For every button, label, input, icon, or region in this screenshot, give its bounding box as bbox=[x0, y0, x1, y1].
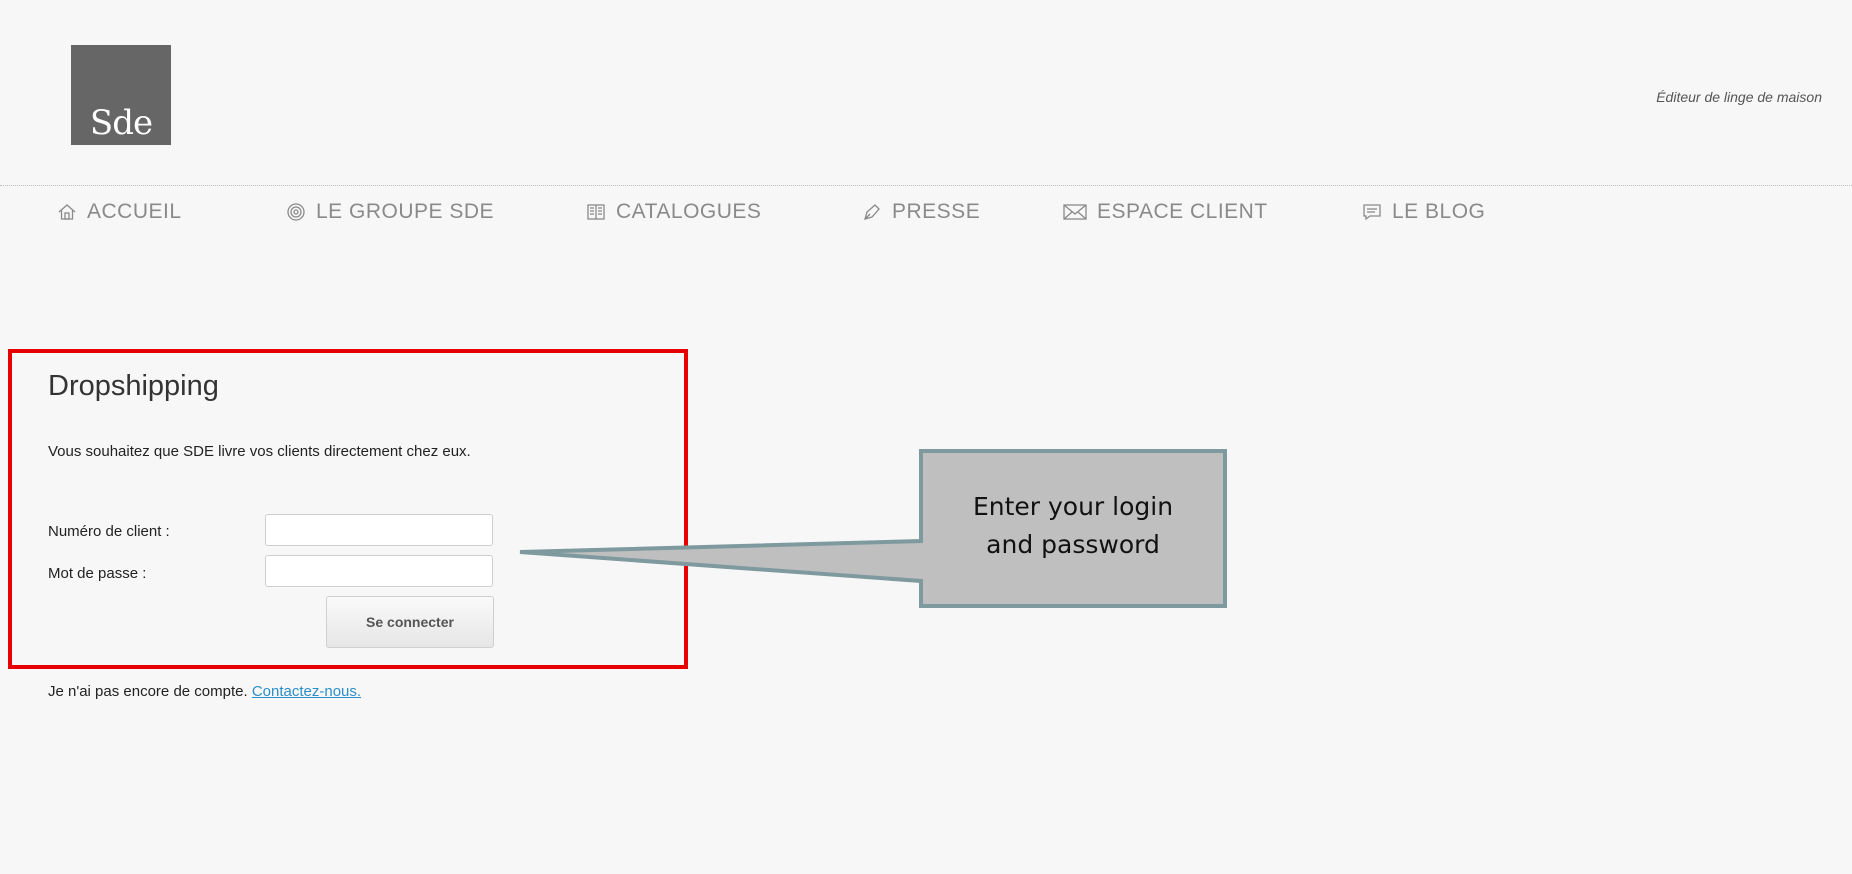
password-input[interactable] bbox=[265, 555, 493, 587]
intro-text: Vous souhaitez que SDE livre vos clients… bbox=[48, 443, 471, 460]
home-icon bbox=[57, 202, 77, 222]
nav-item-accueil[interactable]: ACCUEIL bbox=[57, 200, 182, 224]
password-label: Mot de passe : bbox=[48, 565, 147, 582]
callout-line-1: Enter your login bbox=[972, 492, 1174, 521]
login-button[interactable]: Se connecter bbox=[326, 596, 494, 648]
nav-item-blog[interactable]: LE BLOG bbox=[1362, 200, 1485, 224]
header-divider bbox=[0, 185, 1852, 186]
pen-icon bbox=[862, 202, 882, 222]
nav-label: ESPACE CLIENT bbox=[1097, 200, 1268, 223]
envelope-icon bbox=[1063, 202, 1087, 222]
callout-line-2: and password bbox=[986, 530, 1160, 559]
logo[interactable]: Sde bbox=[71, 45, 171, 145]
client-number-label: Numéro de client : bbox=[48, 523, 170, 540]
logo-text: Sde bbox=[89, 103, 153, 143]
nav-label: LE GROUPE SDE bbox=[316, 200, 495, 223]
client-number-input[interactable] bbox=[265, 514, 493, 546]
signup-text: Je n'ai pas encore de compte. bbox=[48, 683, 248, 700]
nav-label: CATALOGUES bbox=[616, 200, 762, 223]
callout-text: Enter your login and password bbox=[921, 488, 1225, 564]
signup-line: Je n'ai pas encore de compte. Contactez-… bbox=[48, 683, 361, 700]
target-icon bbox=[286, 202, 306, 222]
nav-item-catalogues[interactable]: CATALOGUES bbox=[586, 200, 761, 224]
nav-label: PRESSE bbox=[892, 200, 981, 223]
tagline: Éditeur de linge de maison bbox=[1656, 89, 1822, 105]
book-icon bbox=[586, 202, 606, 222]
main-nav: ACCUEIL LE GROUPE SDE CATALOGUES PRESSE … bbox=[0, 200, 1852, 232]
nav-item-groupe[interactable]: LE GROUPE SDE bbox=[286, 200, 494, 224]
chat-icon bbox=[1362, 202, 1382, 222]
nav-label: ACCUEIL bbox=[87, 200, 182, 223]
page-background bbox=[0, 0, 1852, 874]
nav-label: LE BLOG bbox=[1392, 200, 1486, 223]
contact-link[interactable]: Contactez-nous. bbox=[252, 683, 361, 700]
page-title: Dropshipping bbox=[48, 370, 219, 402]
nav-item-espace-client[interactable]: ESPACE CLIENT bbox=[1063, 200, 1268, 224]
nav-item-presse[interactable]: PRESSE bbox=[862, 200, 980, 224]
